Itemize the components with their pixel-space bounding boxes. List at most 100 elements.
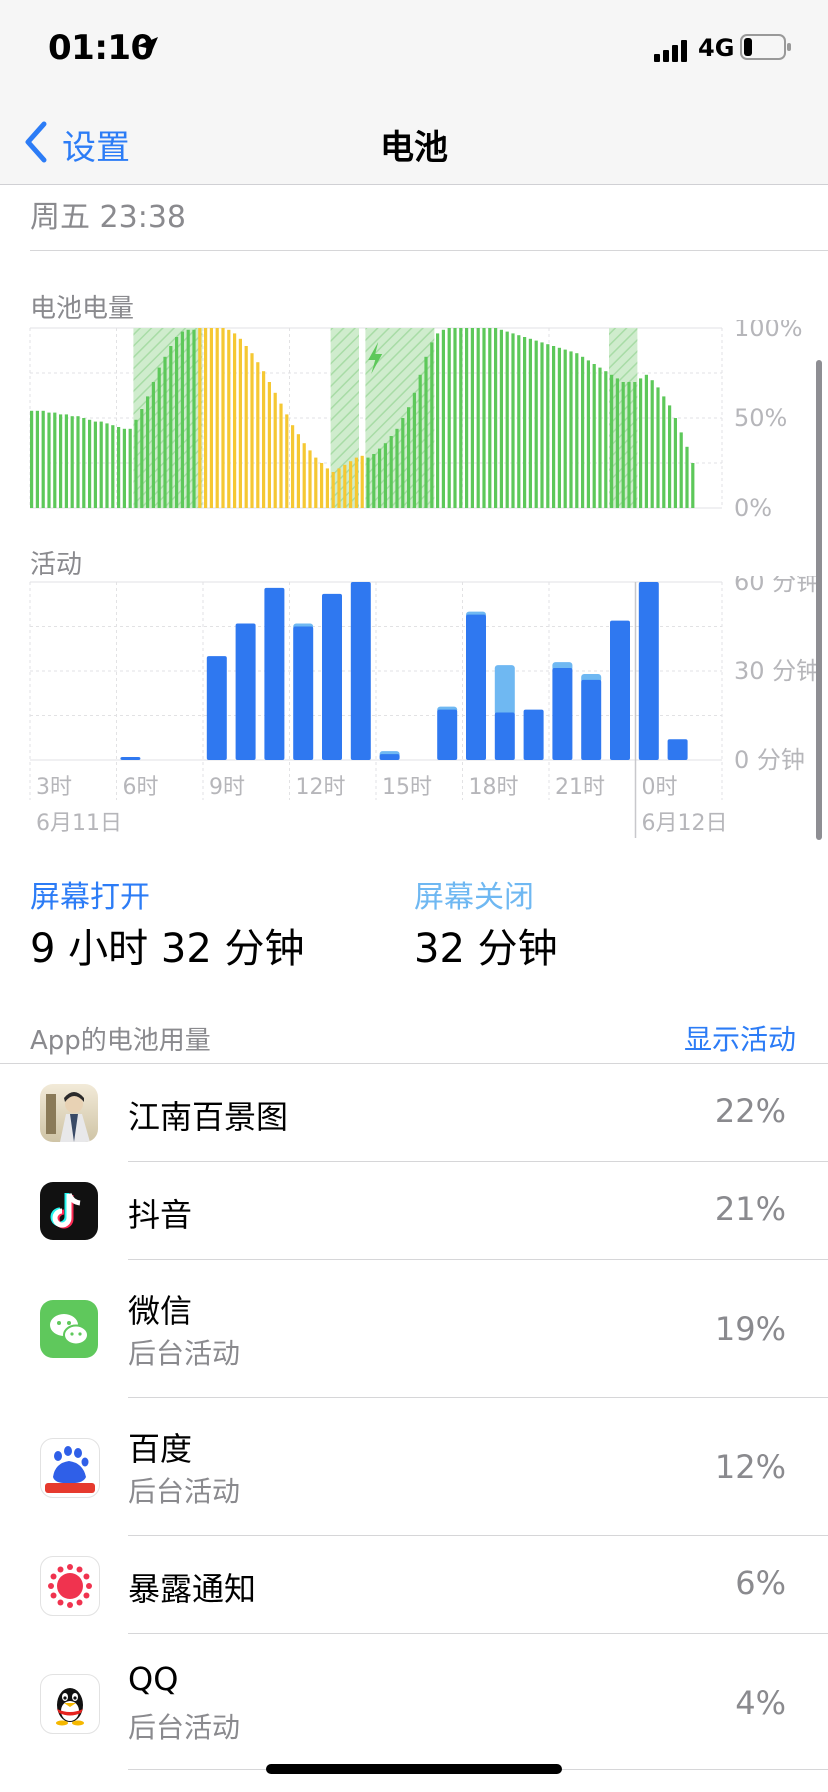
y-tick-label: 0 分钟 — [734, 746, 805, 774]
battery-bar — [592, 364, 596, 508]
battery-bar — [372, 454, 376, 508]
activity-bar-screen-on — [293, 626, 314, 760]
wechat-app-icon — [40, 1300, 98, 1358]
app-name: 抖音 — [128, 1196, 193, 1234]
app-row-douyin[interactable]: 抖音 21% — [0, 1162, 828, 1260]
app-row-exposure-notification[interactable]: 暴露通知 6% — [0, 1536, 828, 1634]
battery-bar — [41, 410, 45, 508]
app-percentage: 4% — [735, 1684, 786, 1722]
jiangnan-app-icon — [40, 1084, 98, 1142]
app-row-wechat[interactable]: 微信 后台活动 19% — [0, 1260, 828, 1398]
battery-bar — [401, 418, 405, 508]
battery-bar — [685, 446, 689, 508]
app-row-qq[interactable]: QQ 后台活动 4% — [0, 1634, 828, 1774]
battery-bar — [35, 410, 39, 508]
x-tick-label: 3时 — [36, 775, 72, 800]
battery-bar — [389, 436, 393, 508]
battery-bar — [157, 367, 161, 508]
battery-bar — [656, 387, 660, 508]
y-tick-label: 30 分钟 — [734, 657, 820, 685]
battery-bar — [88, 419, 92, 508]
x-tick-label: 12时 — [296, 775, 346, 800]
battery-bar — [552, 346, 556, 508]
y-tick-label: 0% — [734, 494, 772, 520]
battery-bar — [360, 455, 364, 508]
battery-bar — [673, 418, 677, 508]
activity-bar-screen-on — [638, 582, 659, 760]
battery-bar — [105, 423, 109, 508]
activity-bar-screen-on — [667, 739, 688, 760]
battery-bar — [430, 342, 434, 508]
battery-bar — [250, 353, 254, 508]
app-subtitle: 后台活动 — [128, 1475, 241, 1508]
battery-bar — [151, 382, 155, 508]
battery-bar — [146, 396, 150, 508]
battery-bar — [494, 328, 498, 508]
battery-bar — [256, 362, 260, 508]
battery-bar — [534, 340, 538, 508]
battery-bar — [47, 412, 51, 508]
battery-bar — [412, 392, 416, 508]
activity-bar-screen-on — [235, 623, 256, 760]
battery-bar — [180, 331, 184, 508]
battery-bar — [354, 457, 358, 508]
battery-bar — [314, 457, 318, 508]
app-row-jiangnan[interactable]: 江南百景图 22% — [0, 1064, 828, 1162]
battery-bar — [262, 371, 266, 508]
cellular-signal-icon — [654, 40, 687, 62]
battery-bar — [273, 392, 277, 508]
network-type: 4G — [698, 34, 735, 62]
activity-bar-screen-on — [494, 712, 515, 760]
battery-bar — [470, 328, 474, 508]
battery-bar — [523, 337, 527, 508]
battery-bar — [163, 356, 167, 508]
activity-chart[interactable]: 60 分钟 30 分钟 0 分钟 3时 6时 9时 12时 15时 18时 21时 0时 6月11日 6… — [0, 576, 828, 846]
y-tick-label: 50% — [734, 404, 787, 432]
battery-bar — [383, 443, 387, 508]
activity-bar-screen-on — [120, 757, 141, 760]
battery-bar — [366, 457, 370, 508]
app-name: 百度 — [128, 1430, 193, 1468]
battery-bar — [441, 329, 445, 508]
battery-bar — [302, 443, 306, 508]
screen-on-value: 9 小时 32 分钟 — [30, 926, 305, 972]
battery-bar — [517, 335, 521, 508]
battery-bar — [128, 428, 132, 508]
battery-bar — [691, 463, 695, 508]
battery-bar — [93, 421, 97, 508]
battery-bar — [668, 405, 672, 508]
battery-bar — [291, 425, 295, 508]
battery-bar — [482, 328, 486, 508]
app-name: QQ — [128, 1660, 179, 1698]
activity-bar-screen-on — [264, 587, 285, 760]
battery-bar — [134, 419, 138, 508]
battery-bar — [209, 328, 213, 508]
app-battery-usage-header: App的电池用量 — [30, 1026, 211, 1056]
app-percentage: 22% — [714, 1092, 786, 1130]
battery-bar — [76, 416, 80, 508]
activity-bar-screen-on — [350, 582, 371, 760]
douyin-app-icon — [40, 1182, 98, 1240]
app-percentage: 19% — [714, 1310, 786, 1348]
battery-bar — [30, 410, 34, 508]
battery-bar — [378, 448, 382, 508]
activity-bar-screen-on — [610, 620, 630, 760]
activity-bar-screen-on — [379, 754, 400, 760]
battery-bar — [488, 328, 492, 508]
battery-bar — [122, 428, 126, 508]
battery-bar — [53, 412, 57, 508]
charging-region — [133, 328, 203, 508]
show-activity-button[interactable]: 显示活动 — [684, 1018, 796, 1058]
battery-bar — [192, 329, 196, 508]
battery-bar — [215, 328, 219, 508]
scrollbar[interactable] — [816, 360, 822, 840]
app-row-baidu[interactable]: 百度 后台活动 12% — [0, 1398, 828, 1536]
battery-bar — [459, 328, 463, 508]
location-arrow-icon — [137, 37, 158, 58]
app-percentage: 12% — [714, 1448, 786, 1486]
battery-level-chart[interactable]: 100% 50% 0% — [0, 320, 828, 520]
home-indicator[interactable] — [266, 1764, 562, 1774]
baidu-app-icon — [40, 1438, 100, 1498]
battery-bar — [349, 461, 353, 508]
battery-bar — [465, 328, 469, 508]
